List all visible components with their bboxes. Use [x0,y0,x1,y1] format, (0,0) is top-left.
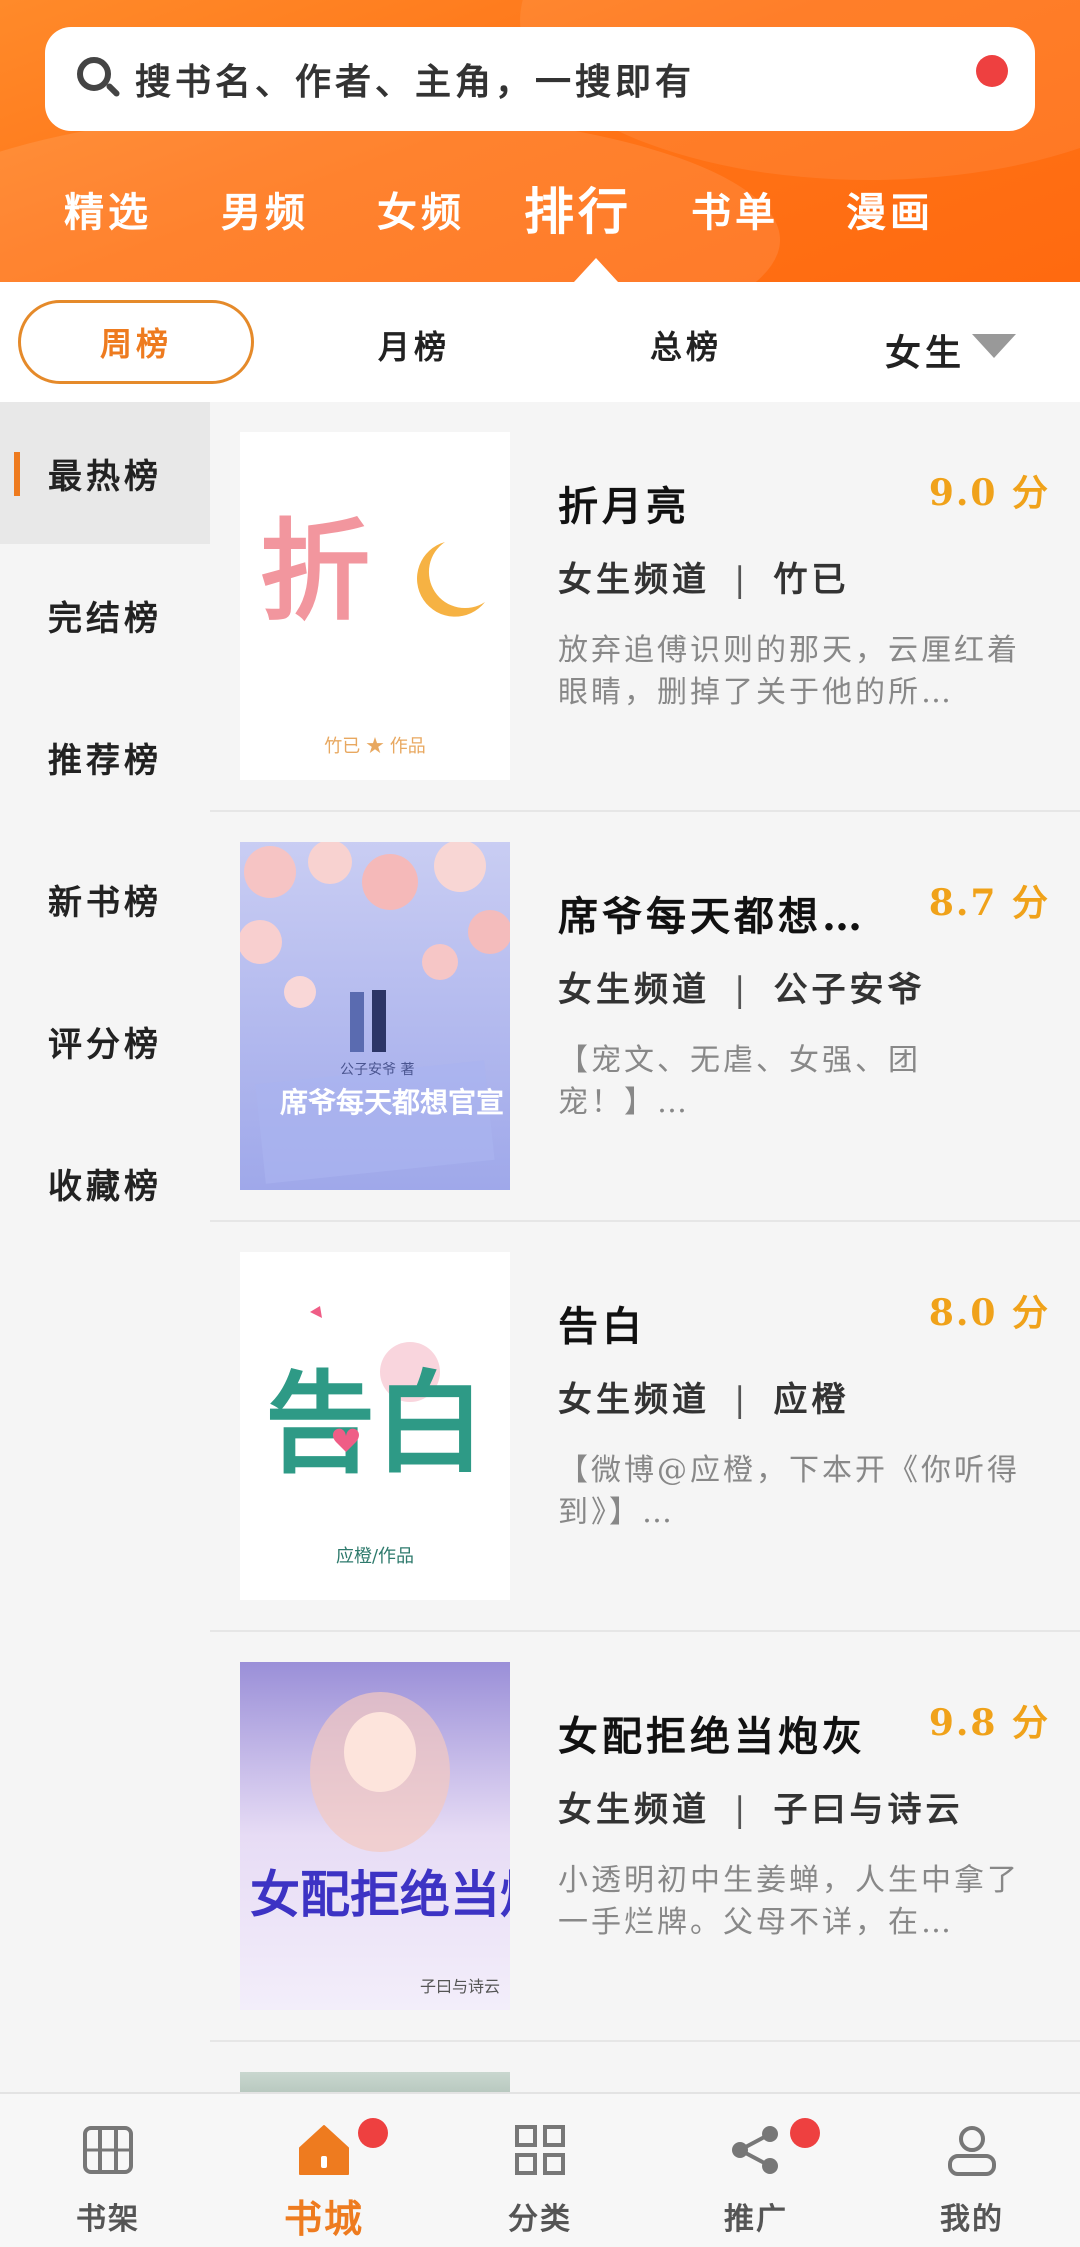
sidebar-item-recommended[interactable]: 推荐榜 [0,686,210,828]
tab-booklist[interactable]: 书单 [691,180,779,238]
tab-ranking[interactable]: 排行 [524,172,632,244]
sidebar-item-rating[interactable]: 评分榜 [0,970,210,1112]
subtab-total[interactable]: 总榜 [650,322,722,368]
gender-filter[interactable]: 女生 [885,324,965,376]
bookstore-icon [299,2125,349,2175]
nav-label: 分类 [508,2202,572,2237]
book-meta: 女生频道 | 竹已 [558,560,850,600]
nav-label: 我的 [940,2202,1004,2237]
book-item[interactable]: 女配拒绝当炮灰 子曰与诗云 女配拒绝当炮灰 9.8 分 女生频道|子曰与诗云 小… [210,1632,1080,2042]
search-icon [75,55,123,103]
book-meta: 女生频道 | 子曰与诗云 [558,1790,964,1830]
book-author: 公子安爷 [773,970,926,1010]
book-channel: 女生频道 [558,1790,710,1830]
bottom-navigation: 书架 书城 分类 推广 我的 [0,2092,1080,2247]
ranking-category-sidebar: 最热榜 完结榜 推荐榜 新书榜 评分榜 收藏榜 [0,402,210,2092]
search-placeholder: 搜书名、作者、主角，一搜即有 [135,61,696,103]
sidebar-item-label: 完结榜 [48,598,162,639]
book-cover[interactable]: 告白 应橙/作品 [240,1252,510,1600]
book-channel: 女生频道 [558,1380,710,1420]
cover-title-text: 席爷每天都想官宣 [280,1086,504,1119]
tab-male[interactable]: 男频 [221,180,309,238]
book-item[interactable]: 席爷每天都想官宣 公子安爷 著 席爷每天都想… 8.7 分 女生频道 | 公子安爷 … [210,812,1080,1222]
book-item[interactable]: 折 竹已 ★ 作品 折月亮 9.0 分 女生频道 | 竹已 放弃追傅识则的那天，云厘… [210,402,1080,812]
sidebar-item-new[interactable]: 新书榜 [0,828,210,970]
book-channel: 女生频道 [558,970,710,1010]
book-score: 8.0 分 [928,1292,1050,1334]
book-meta: 女生频道 | 应橙 [558,1380,850,1420]
subtab-weekly[interactable]: 周榜 [18,300,254,384]
nav-bookstore[interactable]: 书城 [216,2094,432,2247]
nav-label: 书架 [76,2202,140,2237]
nav-promote[interactable]: 推广 [648,2094,864,2247]
notification-badge [358,2118,388,2148]
nav-bookshelf[interactable]: 书架 [0,2094,216,2247]
sidebar-item-label: 收藏榜 [48,1166,162,1207]
sidebar-item-label: 新书榜 [48,882,162,923]
sidebar-item-favorites[interactable]: 收藏榜 [0,1112,210,1254]
book-description: 【微博@应橙，下本开《你听得到》】… [558,1453,1020,1530]
book-title: 告白 [558,1303,646,1350]
nav-label: 推广 [724,2202,788,2237]
book-title: 女配拒绝当炮灰 [558,1713,866,1760]
tab-female[interactable]: 女频 [377,180,465,238]
ranking-period-tabs: 周榜 月榜 总榜 女生 [0,282,1080,402]
nav-label: 书城 [283,2196,364,2241]
nav-profile[interactable]: 我的 [864,2094,1080,2247]
book-score: 9.0 分 [928,472,1050,514]
notification-badge [790,2118,820,2148]
tab-comics[interactable]: 漫画 [846,180,934,238]
subtab-monthly[interactable]: 月榜 [378,322,450,368]
cover-credit: 公子安爷 著 [340,1062,414,1078]
book-cover[interactable]: 折 竹已 ★ 作品 [240,432,510,780]
cover-credit: 应橙/作品 [336,1546,414,1567]
book-item[interactable]: 告白 应橙/作品 告白 8.0 分 女生频道 | 应橙 【微博@应橙，下本开《你听得… [210,1222,1080,1632]
book-title: 席爷每天都想… [558,893,866,940]
book-cover-partial[interactable] [240,2072,510,2092]
chevron-down-icon[interactable] [972,334,1016,358]
book-author: 子曰与诗云 [773,1790,964,1830]
cover-credit: 子曰与诗云 [420,1977,500,1996]
sidebar-item-label: 最热榜 [48,456,162,497]
category-icon [515,2125,565,2175]
book-meta: 女生频道 | 公子安爷 [558,970,926,1010]
book-cover[interactable]: 女配拒绝当炮灰 子曰与诗云 [240,1662,510,2010]
cover-title-text: 女配拒绝当炮灰 [250,1865,510,1924]
sidebar-item-completed[interactable]: 完结榜 [0,544,210,686]
book-score: 9.8 分 [928,1702,1050,1744]
book-cover[interactable]: 席爷每天都想官宣 公子安爷 著 [240,842,510,1190]
book-description: 放弃追傅识则的那天，云厘红着眼睛，删掉了关于他的所… [558,633,1020,710]
book-author: 竹已 [773,560,850,600]
book-author: 应橙 [773,1380,850,1420]
share-icon [732,2126,778,2174]
bookshelf-icon [83,2126,133,2174]
top-tabs: 精选 男频 女频 排行 书单 漫画 [0,180,1080,250]
header: 搜书名、作者、主角，一搜即有 精选 男频 女频 排行 书单 漫画 [0,0,1080,282]
sidebar-item-label: 推荐榜 [48,740,162,781]
cover-title-text: 折 [260,507,370,636]
search-bar[interactable]: 搜书名、作者、主角，一搜即有 [45,27,1035,131]
cover-title-text: 告白 [265,1359,485,1488]
active-tab-indicator [574,258,618,282]
profile-icon [948,2126,996,2176]
book-score: 8.7 分 [928,882,1050,924]
sidebar-item-hottest[interactable]: 最热榜 [0,402,210,544]
book-description: 【宠文、无虐、女强、团宠！】… [558,1043,921,1120]
book-channel: 女生频道 [558,560,710,600]
book-title: 折月亮 [558,483,690,530]
cover-credit: 竹已 ★ 作品 [324,736,425,757]
tab-featured[interactable]: 精选 [64,180,152,238]
book-description: 小透明初中生姜蝉，人生中拿了一手烂牌。父母不详，在… [558,1863,1020,1940]
nav-category[interactable]: 分类 [432,2094,648,2247]
search-notification-dot [976,55,1008,87]
sidebar-item-label: 评分榜 [48,1024,162,1065]
